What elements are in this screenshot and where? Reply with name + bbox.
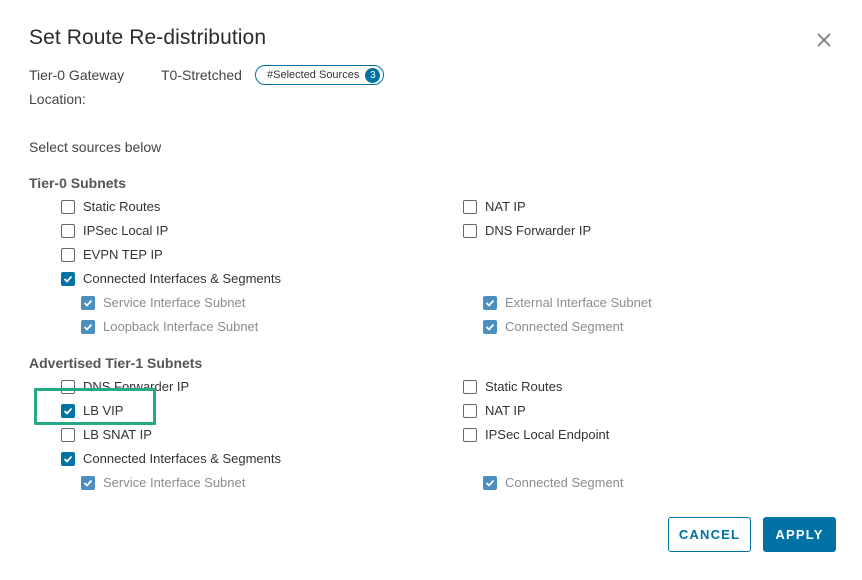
badge-count: 3 [365, 67, 381, 83]
checkbox-box[interactable] [61, 223, 75, 238]
checkbox-box[interactable] [61, 427, 75, 442]
checkbox-box[interactable] [463, 199, 477, 214]
tier0-dns-forwarder-ip-checkbox[interactable]: DNS Forwarder IP [463, 223, 591, 238]
tier0-service-interface-subnet-checkbox[interactable]: Service Interface Subnet [81, 295, 245, 310]
checkbox-label: NAT IP [485, 403, 526, 418]
checkbox-box[interactable] [483, 319, 497, 334]
gateway-label: Tier-0 Gateway [29, 67, 125, 83]
checkbox-box[interactable] [81, 475, 95, 490]
tier0-external-interface-subnet-checkbox[interactable]: External Interface Subnet [483, 295, 652, 310]
tier0-evpn-tep-ip-checkbox[interactable]: EVPN TEP IP [61, 247, 163, 262]
checkbox-box[interactable] [61, 271, 75, 286]
location-label: Location: [29, 91, 86, 107]
checkbox-box[interactable] [483, 295, 497, 310]
checkbox-label: Loopback Interface Subnet [103, 319, 259, 334]
tier0-connected-checkbox[interactable]: Connected Interfaces & Segments [61, 271, 281, 286]
tier0-connected-segment-checkbox[interactable]: Connected Segment [483, 319, 624, 334]
checkbox-label: NAT IP [485, 199, 526, 214]
tier0-static-routes-checkbox[interactable]: Static Routes [61, 199, 160, 214]
tier0-ipsec-local-ip-checkbox[interactable]: IPSec Local IP [61, 223, 168, 238]
checkbox-box[interactable] [483, 475, 497, 490]
checkbox-box[interactable] [463, 379, 477, 394]
checkbox-box[interactable] [81, 319, 95, 334]
tier0-nat-ip-checkbox[interactable]: NAT IP [463, 199, 526, 214]
cancel-button[interactable]: CANCEL [668, 517, 751, 552]
checkbox-label: Static Routes [83, 199, 161, 214]
checkbox-label: IPSec Local IP [83, 223, 169, 238]
badge-label: #Selected Sources [267, 69, 360, 81]
lb-vip-highlight-box [34, 388, 156, 425]
checkbox-box[interactable] [463, 223, 477, 238]
checkbox-label: Connected Segment [505, 475, 624, 490]
checkbox-label: Connected Segment [505, 319, 624, 334]
tier1-heading: Advertised Tier-1 Subnets [29, 355, 203, 371]
apply-button[interactable]: APPLY [763, 517, 836, 552]
tier0-loopback-interface-subnet-checkbox[interactable]: Loopback Interface Subnet [81, 319, 258, 334]
checkbox-label: Connected Interfaces & Segments [83, 451, 282, 466]
tier1-nat-ip-checkbox[interactable]: NAT IP [463, 403, 526, 418]
selected-sources-badge: #Selected Sources 3 [255, 65, 385, 85]
checkbox-box[interactable] [81, 295, 95, 310]
checkbox-label: DNS Forwarder IP [485, 223, 592, 238]
checkbox-label: Static Routes [485, 379, 563, 394]
tier1-static-routes-checkbox[interactable]: Static Routes [463, 379, 562, 394]
checkbox-box[interactable] [61, 451, 75, 466]
tier1-connected-checkbox[interactable]: Connected Interfaces & Segments [61, 451, 281, 466]
checkbox-label: IPSec Local Endpoint [485, 427, 610, 442]
checkbox-box[interactable] [61, 247, 75, 262]
checkbox-label: EVPN TEP IP [83, 247, 163, 262]
tier1-ipsec-local-endpoint-checkbox[interactable]: IPSec Local Endpoint [463, 427, 609, 442]
checkbox-label: Service Interface Subnet [103, 295, 246, 310]
tier1-connected-segment-checkbox[interactable]: Connected Segment [483, 475, 624, 490]
tier1-lb-snat-ip-checkbox[interactable]: LB SNAT IP [61, 427, 152, 442]
tier0-heading: Tier-0 Subnets [29, 175, 126, 191]
checkbox-label: Service Interface Subnet [103, 475, 246, 490]
instruction-text: Select sources below [29, 139, 162, 155]
checkbox-label: LB SNAT IP [83, 427, 152, 442]
checkbox-label: Connected Interfaces & Segments [83, 271, 282, 286]
checkbox-box[interactable] [463, 403, 477, 418]
checkbox-label: External Interface Subnet [505, 295, 652, 310]
close-icon[interactable] [815, 31, 833, 49]
dialog-title: Set Route Re-distribution [29, 26, 267, 49]
checkbox-box[interactable] [61, 199, 75, 214]
tier1-service-interface-subnet-checkbox[interactable]: Service Interface Subnet [81, 475, 245, 490]
gateway-value: T0-Stretched [161, 67, 242, 83]
checkbox-box[interactable] [463, 427, 477, 442]
